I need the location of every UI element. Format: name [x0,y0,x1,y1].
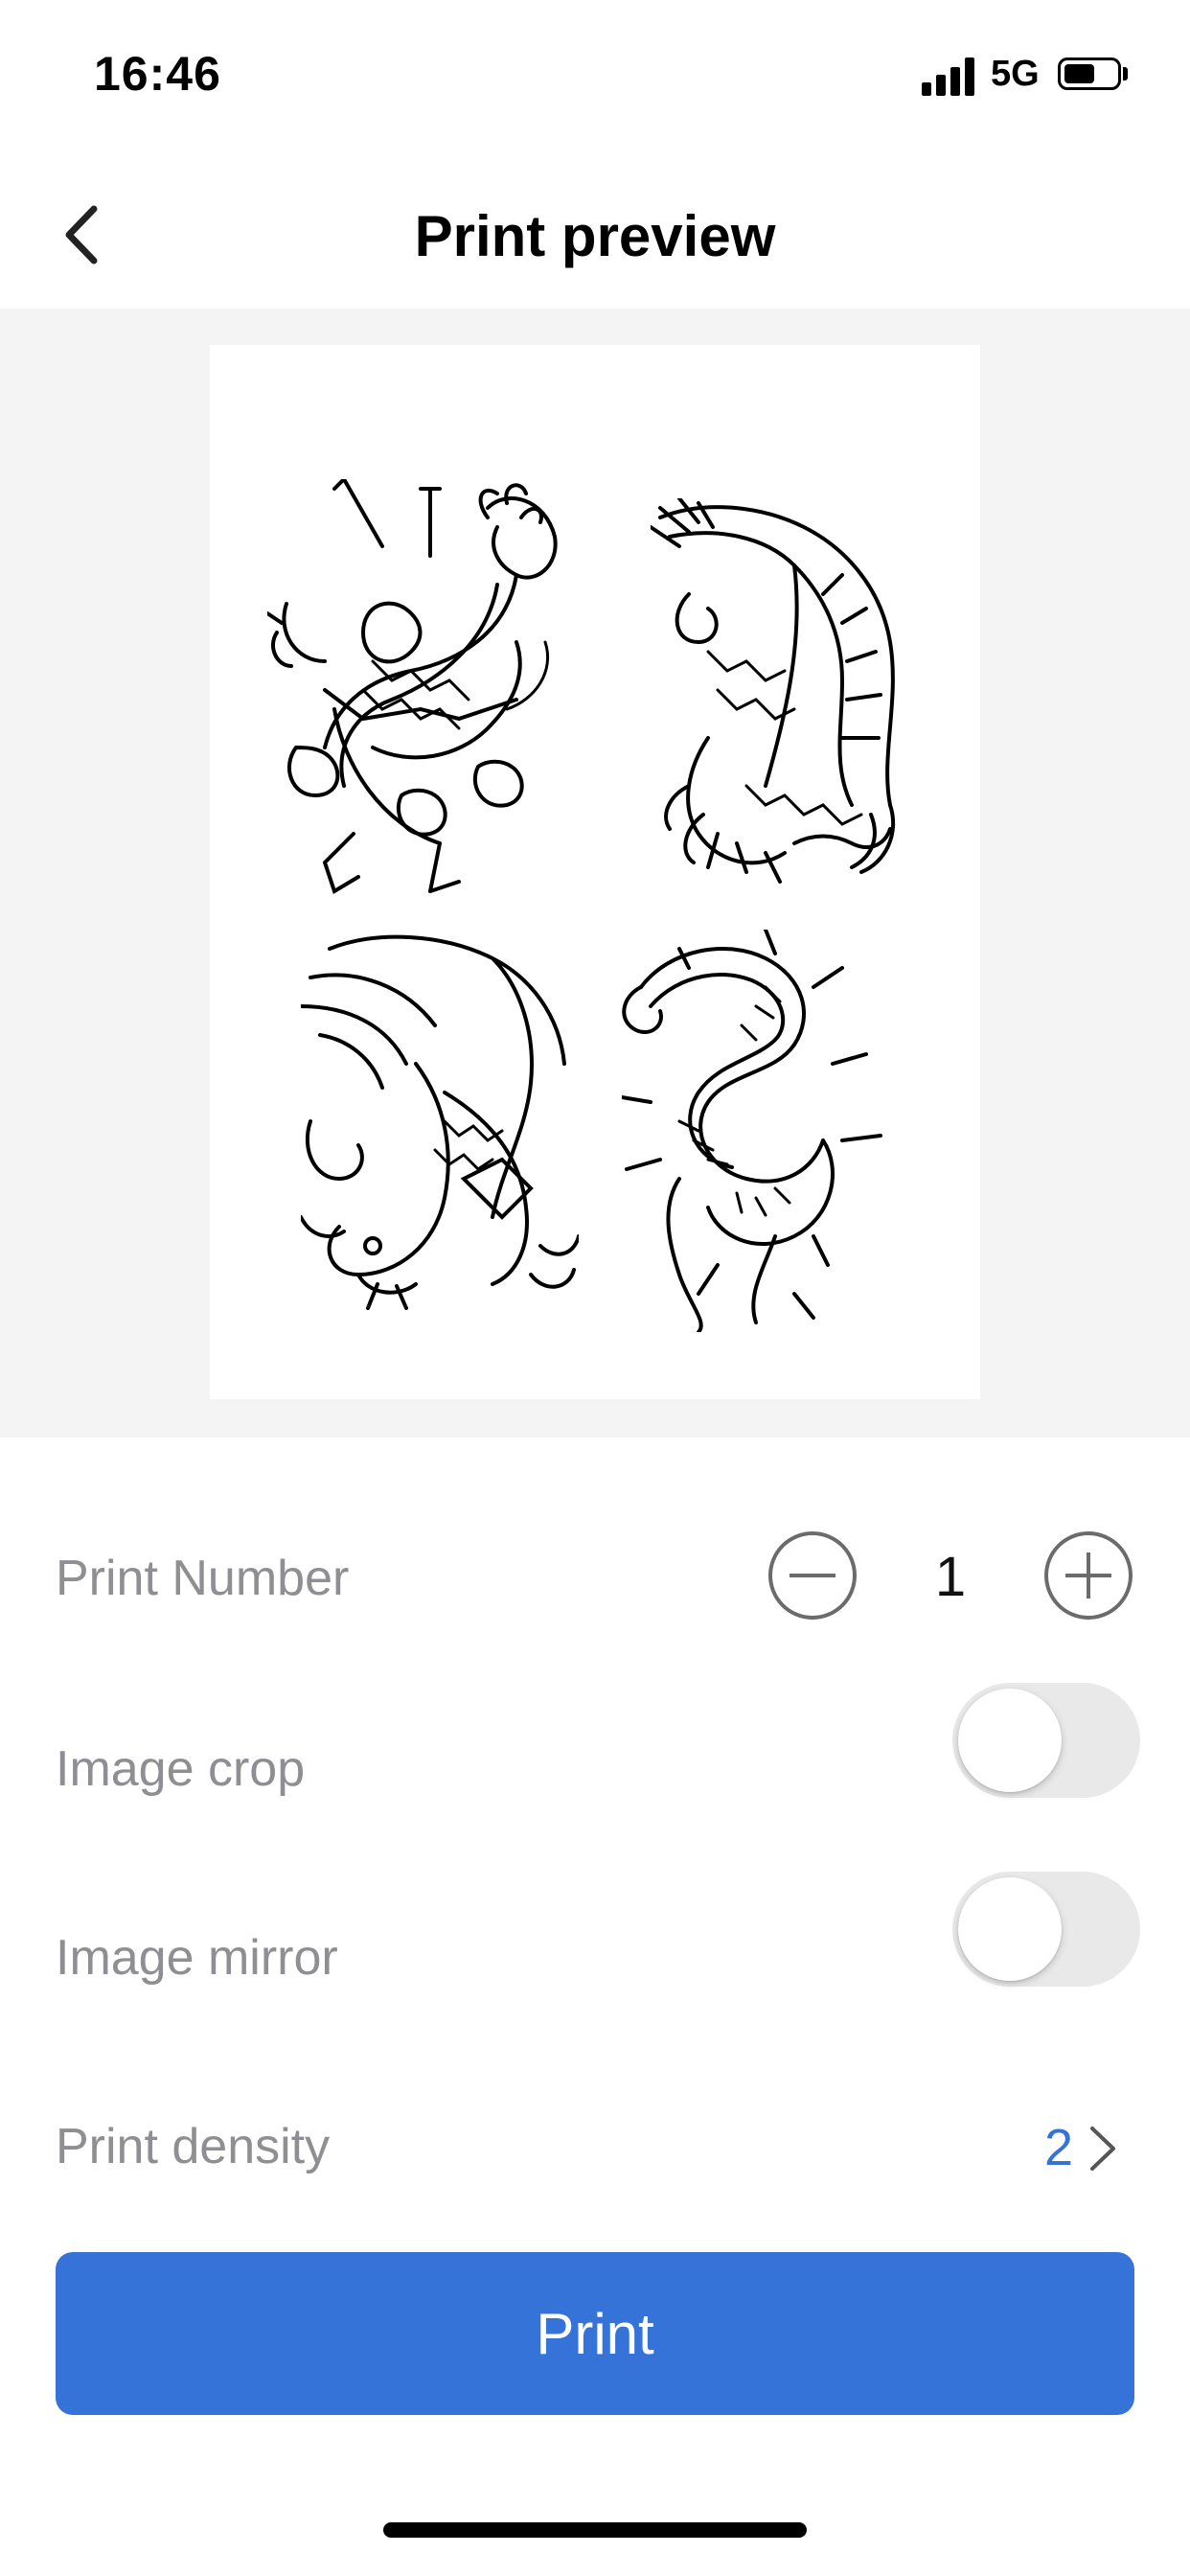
network-type: 5G [991,54,1040,94]
print-number-label: Print Number [56,1551,350,1606]
snake-tattoo-image [622,930,882,1332]
navigation-bar: Print preview [0,163,1190,307]
increment-button[interactable] [1044,1531,1133,1620]
phoenix-tattoo-image [267,479,558,894]
image-crop-toggle[interactable] [952,1683,1140,1798]
preview-paper [210,345,980,1399]
minus-circle-icon [790,1574,835,1577]
toggle-knob [958,1877,1062,1981]
koi-fish-tattoo-image [301,934,579,1310]
koi-dragon-tattoo-image [651,498,896,884]
print-density-row[interactable]: Print density 2 [0,2070,1190,2214]
battery-cap [1123,67,1128,80]
battery-icon [1058,58,1121,90]
print-density-value: 2 [1043,2119,1073,2176]
image-crop-row: Image crop [0,1668,1190,1811]
image-mirror-row: Image mirror [0,1856,1190,2000]
status-time: 16:46 [94,47,221,101]
signal-strength-icon [922,58,977,96]
print-button[interactable]: Print [56,2252,1134,2415]
print-preview-area [0,309,1190,1438]
page-title: Print preview [414,204,776,268]
print-density-label: Print density [56,2119,331,2174]
image-crop-label: Image crop [56,1741,306,1797]
home-indicator [383,2522,807,2538]
chevron-right-icon [1090,2127,1115,2171]
image-mirror-toggle[interactable] [952,1872,1140,1987]
status-bar: 16:46 5G [0,0,1190,144]
toggle-knob [958,1689,1062,1792]
print-number-value: 1 [934,1546,967,1608]
decrement-button[interactable] [768,1531,857,1620]
print-number-row: Print Number 1 [0,1505,1190,1648]
battery-level [1064,64,1094,83]
image-mirror-label: Image mirror [56,1930,338,1986]
